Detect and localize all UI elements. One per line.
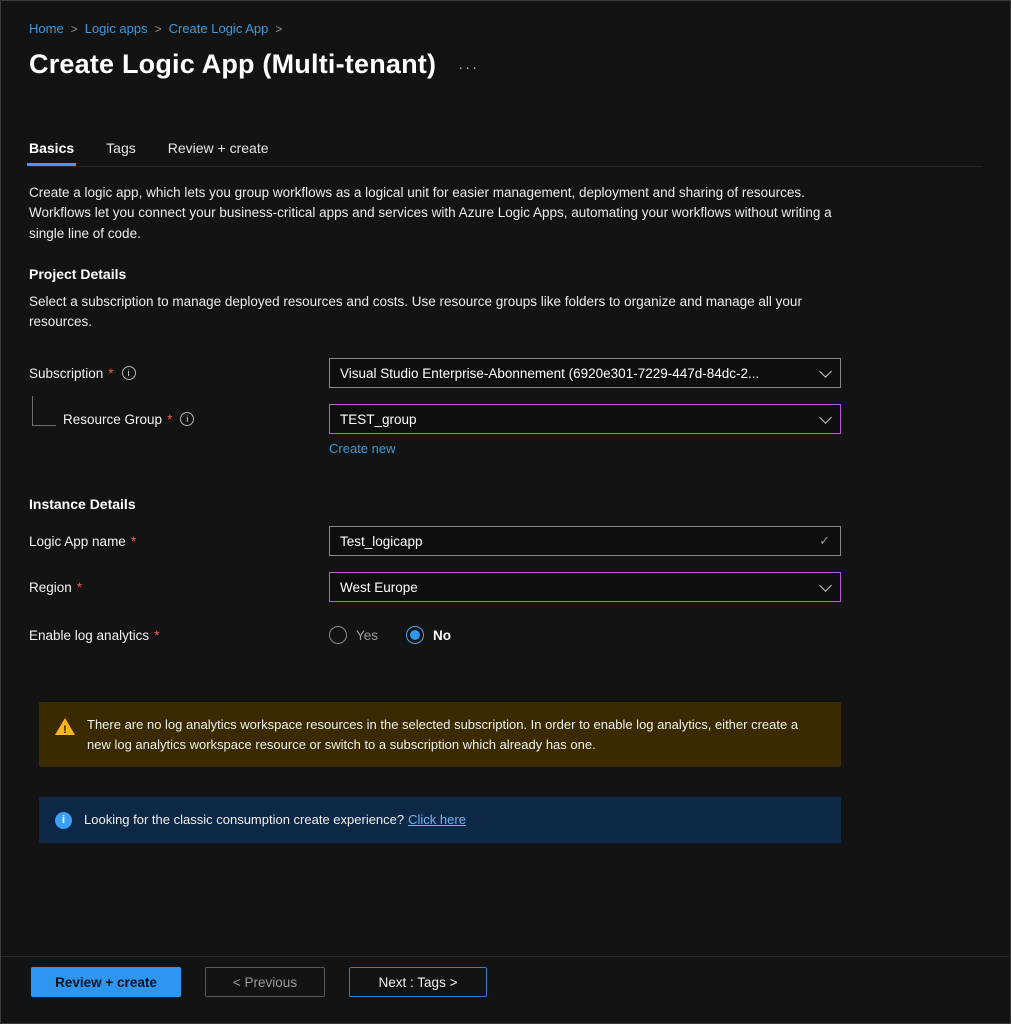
radio-yes-label: Yes: [356, 628, 378, 643]
subscription-value: Visual Studio Enterprise-Abonnement (692…: [340, 366, 759, 381]
enable-log-analytics-row: Enable log analytics * Yes No: [29, 620, 982, 650]
region-label-text: Region: [29, 580, 72, 595]
logic-app-name-label-text: Logic App name: [29, 534, 126, 549]
resource-group-label: Resource Group * i: [29, 412, 329, 427]
breadcrumb-home[interactable]: Home: [29, 21, 64, 36]
breadcrumb-create-logic-app[interactable]: Create Logic App: [169, 21, 269, 36]
subscription-dropdown[interactable]: Visual Studio Enterprise-Abonnement (692…: [329, 358, 841, 388]
radio-circle-icon: [329, 626, 347, 644]
resource-group-row: Resource Group * i TEST_group: [29, 404, 982, 434]
info-icon: i: [55, 812, 72, 829]
radio-circle-selected-icon: [406, 626, 424, 644]
required-asterisk: *: [108, 366, 113, 381]
enable-log-analytics-label-text: Enable log analytics: [29, 628, 149, 643]
required-asterisk: *: [167, 412, 172, 427]
tab-basics[interactable]: Basics: [29, 140, 74, 156]
info-banner-question: Looking for the classic consumption crea…: [84, 812, 404, 827]
review-create-button[interactable]: Review + create: [31, 967, 181, 997]
chevron-down-icon: [819, 365, 832, 378]
project-details-description: Select a subscription to manage deployed…: [29, 292, 843, 333]
warning-icon: [55, 718, 75, 735]
more-options-ellipsis-icon[interactable]: ···: [458, 59, 479, 76]
logic-app-name-label: Logic App name *: [29, 534, 329, 549]
logic-app-name-input[interactable]: Test_logicapp ✓: [329, 526, 841, 556]
tab-tags[interactable]: Tags: [106, 140, 136, 156]
create-new-link[interactable]: Create new: [329, 441, 395, 456]
instance-details-heading: Instance Details: [29, 496, 982, 512]
project-details-heading: Project Details: [29, 266, 982, 282]
breadcrumb: Home > Logic apps > Create Logic App >: [29, 1, 982, 36]
checkmark-icon: ✓: [819, 533, 830, 549]
radio-no-label: No: [433, 628, 451, 643]
tab-strip: Basics Tags Review + create: [29, 140, 982, 167]
region-dropdown[interactable]: West Europe: [329, 572, 841, 602]
tab-review-create[interactable]: Review + create: [168, 140, 269, 156]
breadcrumb-separator: >: [275, 22, 282, 36]
region-label: Region *: [29, 580, 329, 595]
radio-no[interactable]: No: [406, 626, 451, 644]
breadcrumb-separator: >: [155, 22, 162, 36]
footer-buttons: Review + create < Previous Next : Tags >: [31, 967, 487, 997]
create-logic-app-page: Home > Logic apps > Create Logic App > Create…: [0, 0, 1011, 1024]
enable-log-analytics-label: Enable log analytics *: [29, 628, 329, 643]
logic-app-name-value: Test_logicapp: [340, 534, 423, 549]
required-asterisk: *: [154, 628, 159, 643]
info-banner: i Looking for the classic consumption cr…: [39, 797, 841, 843]
next-tags-button[interactable]: Next : Tags >: [349, 967, 487, 997]
intro-text: Create a logic app, which lets you group…: [29, 183, 843, 244]
region-row: Region * West Europe: [29, 572, 982, 602]
info-banner-text: Looking for the classic consumption crea…: [84, 810, 466, 830]
region-value: West Europe: [340, 580, 418, 595]
logic-app-name-row: Logic App name * Test_logicapp ✓: [29, 526, 982, 556]
info-icon[interactable]: i: [180, 412, 194, 426]
warning-banner-text: There are no log analytics workspace res…: [87, 715, 825, 754]
resource-group-dropdown[interactable]: TEST_group: [329, 404, 841, 434]
required-asterisk: *: [131, 534, 136, 549]
chevron-down-icon: [819, 579, 832, 592]
resource-group-value: TEST_group: [340, 412, 417, 427]
previous-button[interactable]: < Previous: [205, 967, 325, 997]
subscription-row: Subscription * i Visual Studio Enterprise…: [29, 358, 982, 388]
info-icon[interactable]: i: [122, 366, 136, 380]
resource-group-label-text: Resource Group: [63, 412, 162, 427]
click-here-link[interactable]: Click here: [408, 812, 466, 827]
subscription-label: Subscription * i: [29, 366, 329, 381]
subscription-label-text: Subscription: [29, 366, 103, 381]
breadcrumb-separator: >: [71, 22, 78, 36]
chevron-down-icon: [819, 411, 832, 424]
enable-log-analytics-options: Yes No: [329, 626, 451, 644]
warning-banner: There are no log analytics workspace res…: [39, 702, 841, 767]
breadcrumb-logic-apps[interactable]: Logic apps: [85, 21, 148, 36]
page-title: Create Logic App (Multi-tenant): [29, 49, 436, 80]
hierarchy-connector: [32, 396, 56, 426]
footer-divider: [1, 956, 1010, 957]
required-asterisk: *: [77, 580, 82, 595]
radio-yes[interactable]: Yes: [329, 626, 378, 644]
